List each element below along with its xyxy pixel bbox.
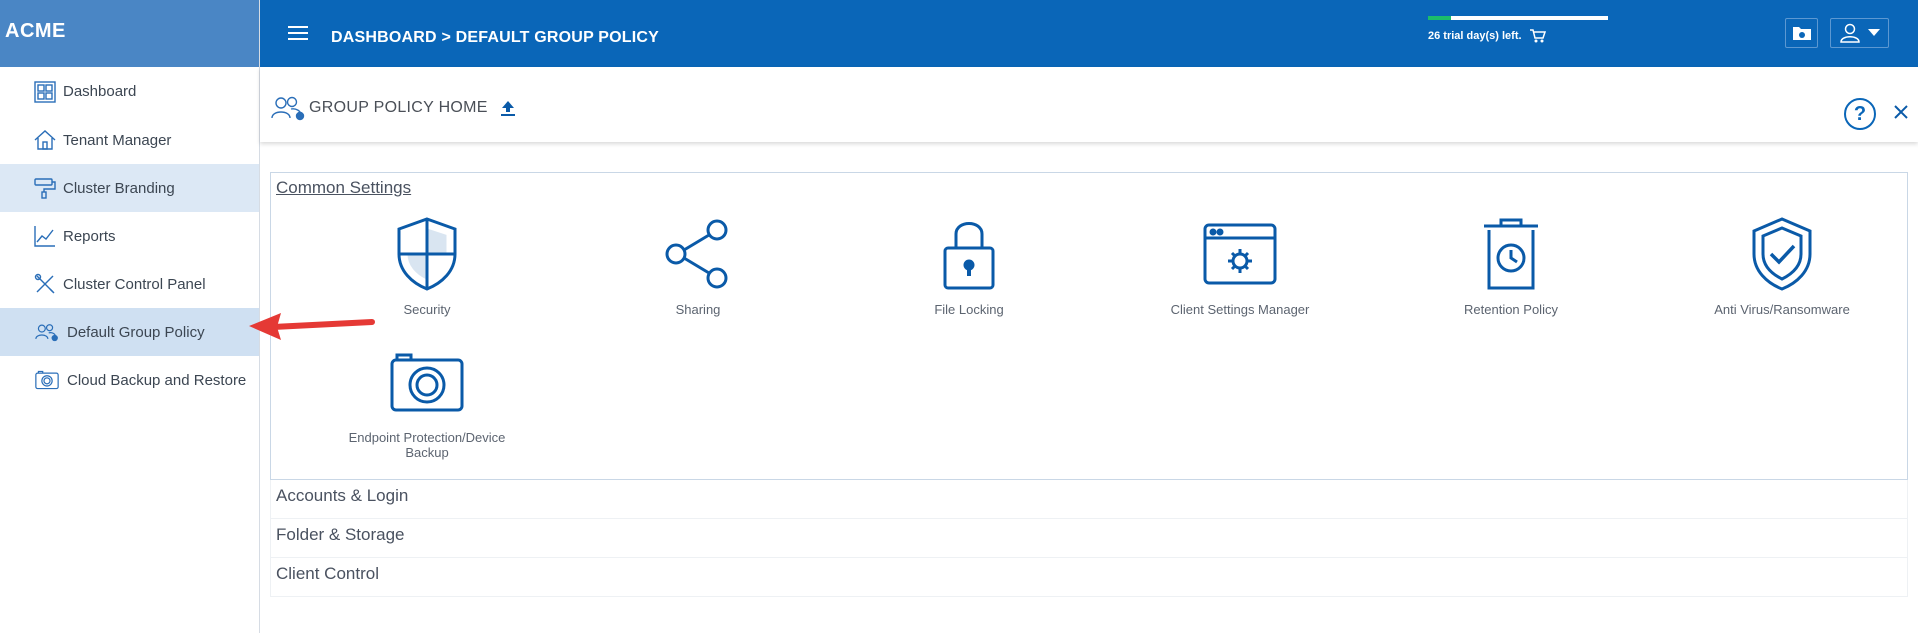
tile-retention-policy[interactable]: Retention Policy xyxy=(1411,215,1611,317)
section-accounts-login[interactable]: Accounts & Login xyxy=(270,480,1908,519)
tools-icon xyxy=(33,272,57,296)
dashboard-grid-icon xyxy=(33,80,57,104)
chevron-down-icon xyxy=(1867,29,1880,36)
tile-label: File Locking xyxy=(934,302,1004,317)
sidebar-item-reports[interactable]: Reports xyxy=(0,212,259,260)
tile-file-locking[interactable]: File Locking xyxy=(869,215,1069,317)
tile-label: Endpoint Protection/Device Backup xyxy=(348,430,506,460)
folder-icon xyxy=(1792,27,1811,40)
user-icon xyxy=(1839,23,1860,43)
trash-clock-icon xyxy=(1411,215,1611,293)
sidebar-item-label: Cluster Branding xyxy=(63,179,175,197)
top-header: DASHBOARD > DEFAULT GROUP POLICY 26 tria… xyxy=(260,0,1918,67)
trial-indicator[interactable]: 26 trial day(s) left. xyxy=(1428,16,1608,43)
sidebar-item-dashboard[interactable]: Dashboard xyxy=(0,67,259,116)
sidebar-item-label: Cloud Backup and Restore xyxy=(67,371,247,389)
page-title: GROUP POLICY HOME xyxy=(309,99,488,116)
sidebar-item-label: Reports xyxy=(63,227,116,245)
tile-label: Anti Virus/Ransomware xyxy=(1714,302,1850,317)
sidebar-item-label: Tenant Manager xyxy=(63,131,172,149)
users-gear-icon xyxy=(33,320,61,344)
paint-roller-icon xyxy=(33,176,57,200)
lock-icon xyxy=(869,215,1069,293)
sidebar-item-cluster-control-panel[interactable]: Cluster Control Panel xyxy=(0,260,259,308)
tile-endpoint-protection[interactable]: Endpoint Protection/Device Backup xyxy=(327,343,527,460)
sidebar-item-cluster-branding[interactable]: Cluster Branding xyxy=(0,164,259,212)
trial-days-text: 26 trial day(s) left. xyxy=(1428,30,1522,42)
tile-client-settings-manager[interactable]: Client Settings Manager xyxy=(1140,215,1340,317)
cart-icon[interactable] xyxy=(1529,29,1546,43)
shield-cross-icon xyxy=(327,215,527,293)
user-menu-button[interactable] xyxy=(1830,18,1889,48)
close-icon[interactable] xyxy=(1892,103,1910,121)
sidebar-item-default-group-policy[interactable]: Default Group Policy xyxy=(0,308,259,356)
help-button[interactable]: ? xyxy=(1844,98,1876,130)
app-root: ACME Dashboard Tenant Manager Cluster Br… xyxy=(0,0,1918,633)
camera-icon xyxy=(327,343,527,421)
house-icon xyxy=(33,128,57,152)
trial-progress-bar xyxy=(1428,16,1608,20)
sidebar: ACME Dashboard Tenant Manager Cluster Br… xyxy=(0,0,260,633)
share-icon xyxy=(598,215,798,293)
users-gear-icon xyxy=(271,96,305,121)
section-client-control[interactable]: Client Control xyxy=(270,558,1908,597)
page-title-bar: GROUP POLICY HOME ? xyxy=(260,67,1918,142)
upload-icon[interactable] xyxy=(499,99,517,117)
browser-gear-icon xyxy=(1140,215,1340,293)
tile-label: Client Settings Manager xyxy=(1170,302,1310,317)
brand-logo[interactable]: ACME xyxy=(0,0,259,67)
tile-label: Sharing xyxy=(675,302,721,317)
sidebar-item-label: Cluster Control Panel xyxy=(63,275,206,293)
folder-button[interactable] xyxy=(1785,18,1818,48)
line-chart-icon xyxy=(33,224,57,248)
common-settings-title[interactable]: Common Settings xyxy=(276,178,411,198)
breadcrumb: DASHBOARD > DEFAULT GROUP POLICY xyxy=(331,29,660,46)
sidebar-item-label: Dashboard xyxy=(63,83,137,100)
sidebar-item-tenant-manager[interactable]: Tenant Manager xyxy=(0,116,259,164)
tile-anti-virus[interactable]: Anti Virus/Ransomware xyxy=(1682,215,1882,317)
trial-progress-fill xyxy=(1428,16,1452,20)
annotation-arrow xyxy=(249,313,375,340)
tile-security[interactable]: Security xyxy=(327,215,527,317)
hamburger-menu-icon[interactable] xyxy=(288,26,308,42)
tile-label: Retention Policy xyxy=(1464,302,1558,317)
tile-sharing[interactable]: Sharing xyxy=(598,215,798,317)
sidebar-item-label: Default Group Policy xyxy=(67,323,205,341)
sidebar-item-cloud-backup[interactable]: Cloud Backup and Restore xyxy=(0,356,259,404)
shield-check-icon xyxy=(1682,215,1882,293)
section-folder-storage[interactable]: Folder & Storage xyxy=(270,519,1908,558)
common-settings-panel: Common Settings Security Sharing File Lo… xyxy=(270,172,1908,480)
camera-icon xyxy=(33,368,61,392)
